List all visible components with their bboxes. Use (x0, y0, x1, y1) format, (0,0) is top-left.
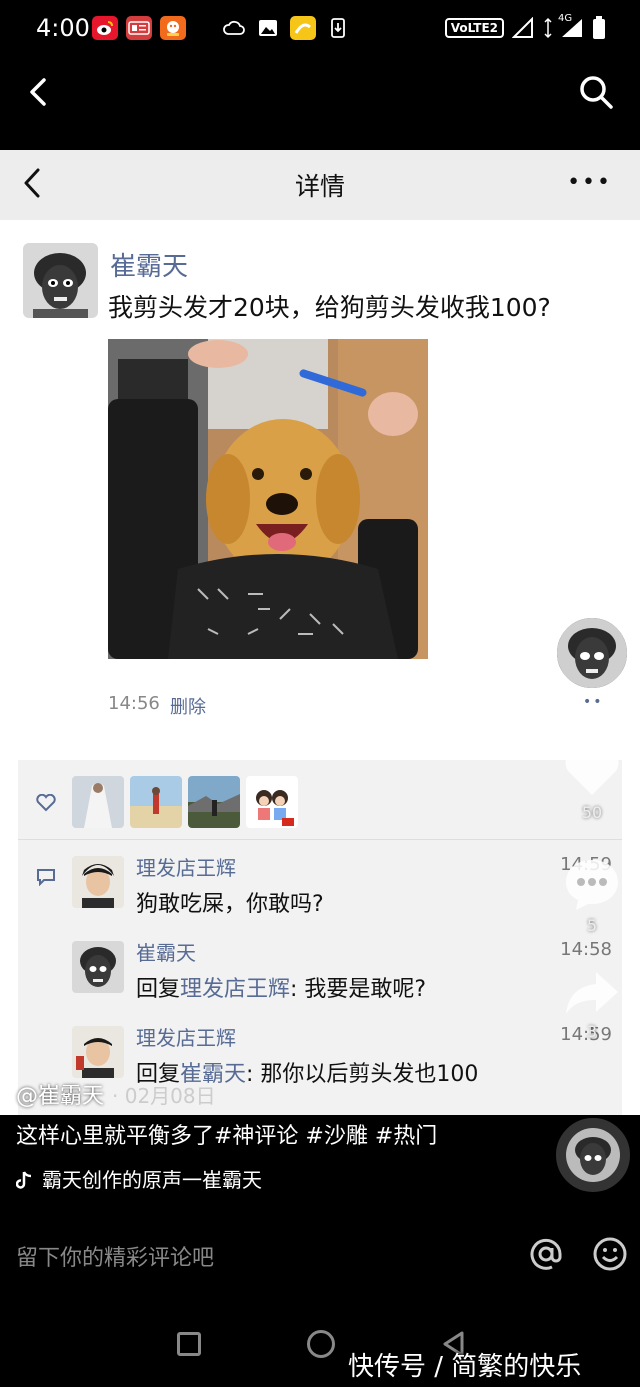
commenter-name: 理发店王辉 (136, 856, 236, 880)
game-app-icon (160, 16, 186, 40)
download-icon (326, 16, 350, 40)
commenter-avatar (72, 1026, 124, 1078)
share-arrow-icon (566, 972, 618, 1014)
share-button[interactable]: 3 (562, 968, 622, 1041)
status-bar: 4:00 VoLTE2 4G (0, 0, 640, 58)
post-photo (108, 339, 428, 659)
system-icons (222, 16, 350, 40)
post-time: 14:56 (108, 693, 160, 714)
reply-body: : 那你以后剪头发也100 (246, 1062, 479, 1087)
comment-bubble-icon (566, 860, 618, 910)
comment-time: 14:58 (560, 939, 612, 960)
comment-bar: 留下你的精彩评论吧 (0, 1220, 640, 1290)
reply-target: 理发店王辉 (180, 977, 291, 1002)
data-arrows-icon (544, 17, 552, 39)
music-title: 霸天创作的原声一崔霸天 (42, 1168, 262, 1192)
music-disc[interactable] (556, 1118, 630, 1192)
like-avatar (130, 776, 182, 828)
cloud-icon (222, 16, 246, 40)
like-avatar (246, 776, 298, 828)
wechat-screenshot: 详情 ••• 崔霸天 我剪头发才20块，给狗剪头发收我100? 14:56 删除… (0, 150, 640, 1115)
heart-outline-icon (36, 794, 56, 812)
creator-avatar[interactable] (554, 615, 630, 691)
app-bar (0, 58, 640, 150)
recent-apps-button[interactable] (177, 1332, 201, 1356)
comment-menu-dots: •• (583, 694, 604, 710)
search-icon[interactable] (576, 72, 616, 112)
battery-icon (593, 16, 605, 39)
comment-text: 回复理发店王辉: 我要是敢呢? (136, 971, 426, 1003)
wechat-header: 详情 ••• (0, 150, 640, 220)
toutiao-icon (126, 16, 152, 40)
commenter-name: 理发店王辉 (136, 1026, 236, 1050)
signal-4g-icon: 4G (558, 13, 584, 39)
music-row[interactable]: 霸天创作的原声一崔霸天 (15, 1164, 262, 1193)
likes-comments-panel: 理发店王辉 14:59 狗敢吃屎，你敢吗? 崔霸天 14:58 回复理发店王辉:… (18, 760, 622, 1115)
watermark: 快传号 / 简繁的快乐 (348, 1352, 582, 1382)
commenter-avatar (72, 941, 124, 993)
like-button[interactable]: 50 (562, 745, 622, 822)
comment-item: 崔霸天 14:58 回复理发店王辉: 我要是敢呢? (72, 937, 612, 1017)
volte-badge: VoLTE2 (444, 18, 504, 38)
music-note-icon (15, 1171, 32, 1189)
emoji-icon[interactable] (592, 1236, 628, 1272)
note-app-icon (290, 16, 316, 40)
share-count: 3 (586, 1022, 598, 1041)
like-avatar (188, 776, 240, 828)
right-status: VoLTE2 4G (444, 13, 606, 40)
more-options-icon: ••• (567, 170, 612, 195)
like-avatar (72, 776, 124, 828)
mention-icon[interactable] (528, 1236, 564, 1272)
signal-icon (512, 17, 533, 38)
image-icon (256, 16, 280, 40)
like-count: 50 (581, 803, 603, 822)
post-author: 崔霸天 (110, 252, 189, 282)
comment-item: 理发店王辉 14:59 狗敢吃屎，你敢吗? (72, 852, 612, 932)
author-handle[interactable]: @崔霸天 (16, 1078, 104, 1110)
weibo-icon (92, 16, 118, 40)
comment-button[interactable]: 5 (562, 856, 622, 935)
comment-icon (37, 869, 55, 886)
video-caption[interactable]: 这样心里就平衡多了#神评论 #沙雕 #热门 (16, 1118, 437, 1150)
post-text: 我剪头发才20块，给狗剪头发收我100? (108, 293, 551, 322)
page-title: 详情 (294, 172, 345, 201)
home-button[interactable] (307, 1330, 335, 1358)
phone-screen: 4:00 VoLTE2 4G 详情 ••• 崔霸天 我剪头发才20块，给狗剪头发… (0, 0, 640, 1387)
video-date: · 02月08日 (112, 1084, 216, 1108)
likes-row (18, 760, 622, 840)
reply-body: : 我要是敢呢? (290, 977, 427, 1002)
commenter-name: 崔霸天 (136, 941, 196, 965)
delete-link: 删除 (170, 697, 206, 718)
comment-text: 狗敢吃屎，你敢吗? (136, 892, 324, 917)
avatar (23, 243, 98, 318)
commenter-avatar (72, 856, 124, 908)
reply-prefix: 回复 (136, 977, 181, 1002)
chevron-left-icon[interactable] (20, 72, 60, 112)
status-time: 4:00 (36, 14, 90, 42)
heart-icon (565, 748, 619, 795)
notification-icons (92, 16, 186, 40)
comment-count: 5 (586, 916, 598, 935)
comment-input[interactable]: 留下你的精彩评论吧 (16, 1240, 214, 1272)
